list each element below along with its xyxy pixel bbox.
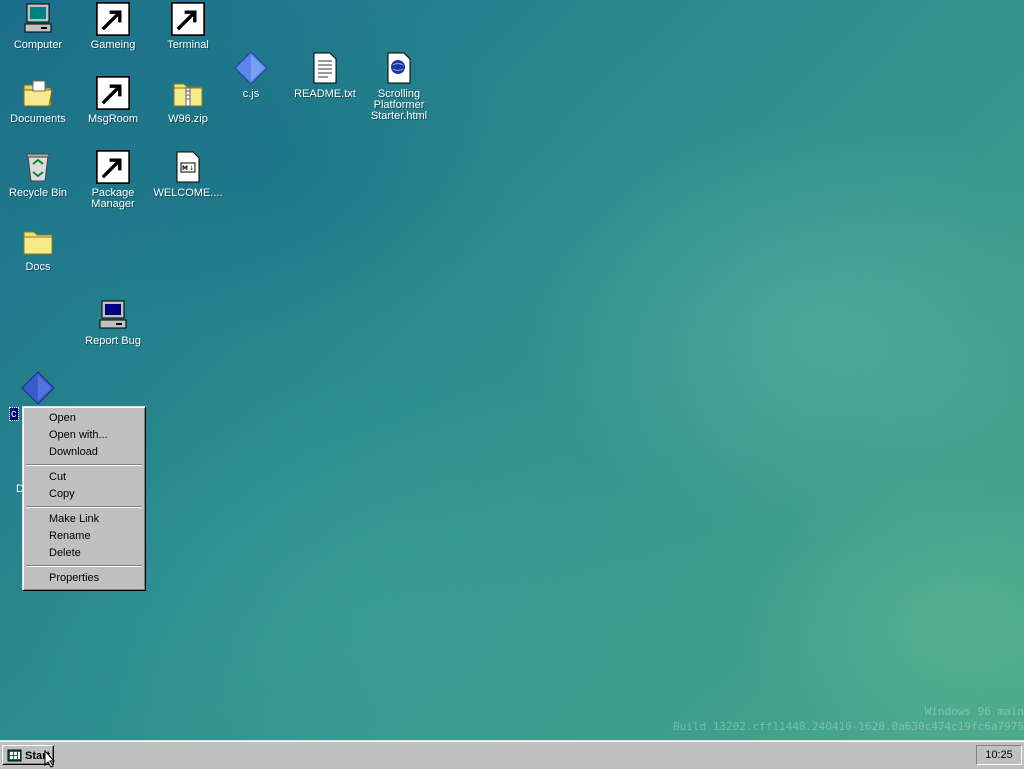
menu-item-cut[interactable]: Cut — [25, 469, 143, 486]
desktop-icon-report-bug[interactable]: Report Bug — [76, 298, 150, 347]
bug-report-computer-icon — [96, 298, 130, 332]
desktop-icon-documents[interactable]: Documents — [1, 76, 75, 125]
desktop-icon-label: Computer — [13, 39, 63, 51]
start-logo-icon — [7, 749, 22, 762]
desktop-icon-computer[interactable]: Computer — [1, 2, 75, 51]
desktop-icon-gameing[interactable]: Gameing — [76, 2, 150, 51]
zip-folder-icon — [171, 76, 205, 110]
desktop-icon-label: Gameing — [90, 39, 136, 51]
desktop-icon-label: Scrolling Platformer Starter.html — [370, 88, 428, 122]
desktop-icon-readme[interactable]: README.txt — [288, 51, 362, 100]
watermark-line-1: Windows 96 main — [924, 705, 1024, 718]
menu-item-download[interactable]: Download — [25, 444, 143, 461]
js-file-icon — [21, 371, 55, 405]
desktop-icon-label: MsgRoom — [87, 113, 139, 125]
menu-item-make-link[interactable]: Make Link — [25, 511, 143, 528]
menu-separator — [26, 506, 142, 508]
html-file-icon — [382, 51, 416, 85]
package-icon — [96, 150, 130, 184]
markdown-file-icon: M ↓ — [171, 150, 205, 184]
menu-separator — [26, 464, 142, 466]
text-file-icon — [308, 51, 342, 85]
svg-text:↓: ↓ — [189, 165, 194, 172]
folder-icon — [21, 224, 55, 258]
computer-icon — [21, 2, 55, 36]
shortcut-arrow-icon — [171, 2, 205, 36]
desktop-icon-package-manager[interactable]: Package Manager — [76, 150, 150, 210]
desktop-icon-label: Terminal — [167, 39, 209, 51]
desktop-icon-label: WELCOME.... — [153, 187, 223, 199]
desktop-icon-docs[interactable]: Docs — [1, 224, 75, 273]
menu-item-properties[interactable]: Properties — [25, 570, 143, 587]
desktop-icon-recycle-bin[interactable]: Recycle Bin — [1, 150, 75, 199]
desktop-icon-label: Docs — [25, 261, 51, 273]
watermark-line-2: Build 13202.cff11448.240410-1628.0a630c4… — [673, 720, 1024, 733]
js-file-icon — [234, 51, 268, 85]
system-tray-clock[interactable]: 10:25 — [976, 745, 1022, 765]
desktop-icon-c-js[interactable]: c.js — [214, 51, 288, 100]
menu-item-open-with[interactable]: Open with... — [25, 427, 143, 444]
desktop-icon-welcome[interactable]: M ↓ WELCOME.... — [151, 150, 225, 199]
shortcut-arrow-icon — [96, 2, 130, 36]
menu-item-rename[interactable]: Rename — [25, 528, 143, 545]
chat-computer-icon — [96, 76, 130, 110]
desktop-icon-label: Report Bug — [85, 335, 141, 347]
desktop-icon-label: c.js — [242, 88, 260, 100]
desktop-icon-label: W96.zip — [168, 113, 208, 125]
mouse-cursor-icon — [44, 750, 56, 768]
desktop-icon-label: Documents — [10, 113, 66, 125]
selected-icon-label-partial: c — [9, 407, 19, 421]
cube-icon — [96, 2, 130, 36]
menu-item-delete[interactable]: Delete — [25, 545, 143, 562]
clock-text: 10:25 — [985, 749, 1013, 761]
svg-text:M: M — [182, 165, 188, 172]
desktop-icon-label: README.txt — [294, 88, 356, 100]
build-watermark: Windows 96 main Build 13202.cff11448.240… — [673, 704, 1024, 734]
recycle-bin-icon — [21, 150, 55, 184]
menu-item-copy[interactable]: Copy — [25, 486, 143, 503]
terminal-icon: /#_ — [171, 2, 205, 36]
desktop-icon-label: Package Manager — [91, 187, 135, 210]
desktop-icon-msgroom[interactable]: MsgRoom — [76, 76, 150, 125]
desktop[interactable]: Computer Documents Recycle Bin Docs c D … — [0, 0, 1024, 740]
taskbar: Start 10:25 — [0, 740, 1024, 769]
desktop-icon-scrolling-platformer[interactable]: Scrolling Platformer Starter.html — [362, 51, 436, 122]
desktop-icon-c-js-selected[interactable] — [1, 371, 75, 405]
menu-separator — [26, 565, 142, 567]
shortcut-arrow-icon — [96, 150, 130, 184]
menu-item-open[interactable]: Open — [25, 410, 143, 427]
context-menu: Open Open with... Download Cut Copy Make… — [22, 406, 146, 591]
desktop-icon-label: Recycle Bin — [8, 187, 68, 199]
folder-open-icon — [21, 76, 55, 110]
desktop-icon-terminal[interactable]: /#_ Terminal — [151, 2, 225, 51]
shortcut-arrow-icon — [96, 76, 130, 110]
